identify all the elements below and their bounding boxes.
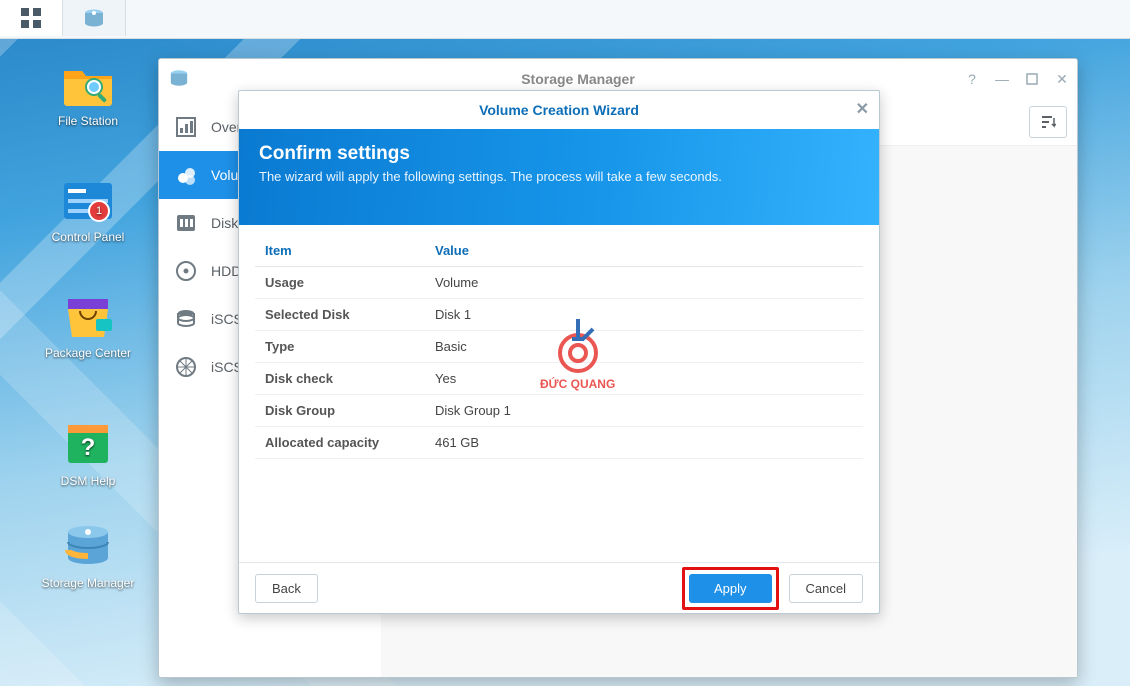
overview-icon <box>173 114 199 140</box>
table-row: Disk checkYes <box>255 363 863 395</box>
table-row: Disk GroupDisk Group 1 <box>255 395 863 427</box>
window-close-button[interactable]: ✕ <box>1047 64 1077 94</box>
desktop-icon-dsm-help[interactable]: ? DSM Help <box>40 420 136 488</box>
sort-button[interactable] <box>1029 106 1067 138</box>
table-header-value: Value <box>425 235 863 267</box>
table-row: TypeBasic <box>255 331 863 363</box>
taskbar <box>0 0 1130 39</box>
iscsi-target-icon <box>173 354 199 380</box>
desktop-icon-control-panel[interactable]: 1 Control Panel <box>40 176 136 244</box>
app-icon <box>169 68 189 91</box>
settings-table: Item Value UsageVolume Selected DiskDisk… <box>255 235 863 459</box>
taskbar-storage-manager-button[interactable] <box>63 0 126 36</box>
shopping-bag-icon <box>60 292 116 342</box>
hdd-ssd-icon <box>173 258 199 284</box>
wizard-subheading: The wizard will apply the following sett… <box>259 169 859 184</box>
disk-group-icon <box>173 210 199 236</box>
desktop-icon-label: Package Center <box>45 346 131 360</box>
volume-icon <box>173 162 199 188</box>
apply-highlight-annotation: Apply <box>682 567 779 610</box>
desktop-icon-label: File Station <box>58 114 118 128</box>
iscsi-lun-icon <box>173 306 199 332</box>
svg-text:?: ? <box>81 434 96 461</box>
cancel-button[interactable]: Cancel <box>789 574 863 603</box>
window-title: Storage Manager <box>199 71 957 87</box>
wizard-banner: Confirm settings The wizard will apply t… <box>239 129 879 225</box>
table-row: Allocated capacity461 GB <box>255 427 863 459</box>
folder-search-icon <box>60 60 116 110</box>
window-maximize-button[interactable] <box>1017 64 1047 94</box>
desktop-icon-label: Storage Manager <box>42 576 135 590</box>
wizard-title: Volume Creation Wizard <box>479 102 639 118</box>
window-minimize-button[interactable]: — <box>987 64 1017 94</box>
settings-panel-icon: 1 <box>60 176 116 226</box>
desktop-icon-file-station[interactable]: File Station <box>40 60 136 128</box>
wizard-close-button[interactable]: ✕ <box>856 99 869 119</box>
window-help-button[interactable]: ? <box>957 64 987 94</box>
desktop-icon-label: Control Panel <box>52 230 125 244</box>
table-row: Selected DiskDisk 1 <box>255 299 863 331</box>
wizard-body: Item Value UsageVolume Selected DiskDisk… <box>239 225 879 563</box>
apply-button[interactable]: Apply <box>689 574 772 603</box>
wizard-titlebar[interactable]: Volume Creation Wizard ✕ <box>239 91 879 129</box>
table-header-item: Item <box>255 235 425 267</box>
desktop-icon-label: DSM Help <box>61 474 116 488</box>
wizard-heading: Confirm settings <box>259 143 859 165</box>
notification-badge: 1 <box>88 200 110 222</box>
taskbar-launcher-button[interactable] <box>0 0 63 36</box>
desktop-icon-storage-manager[interactable]: Storage Manager <box>40 522 136 590</box>
table-row: UsageVolume <box>255 267 863 299</box>
desktop: File Station 1 Control Panel Package Cen… <box>0 0 1130 686</box>
wizard-footer: Back Apply Cancel <box>239 562 879 613</box>
help-book-icon: ? <box>60 420 116 470</box>
back-button[interactable]: Back <box>255 574 318 603</box>
volume-creation-wizard-dialog: Volume Creation Wizard ✕ Confirm setting… <box>238 90 880 614</box>
storage-manager-icon <box>60 522 116 572</box>
desktop-icon-package-center[interactable]: Package Center <box>40 292 136 360</box>
